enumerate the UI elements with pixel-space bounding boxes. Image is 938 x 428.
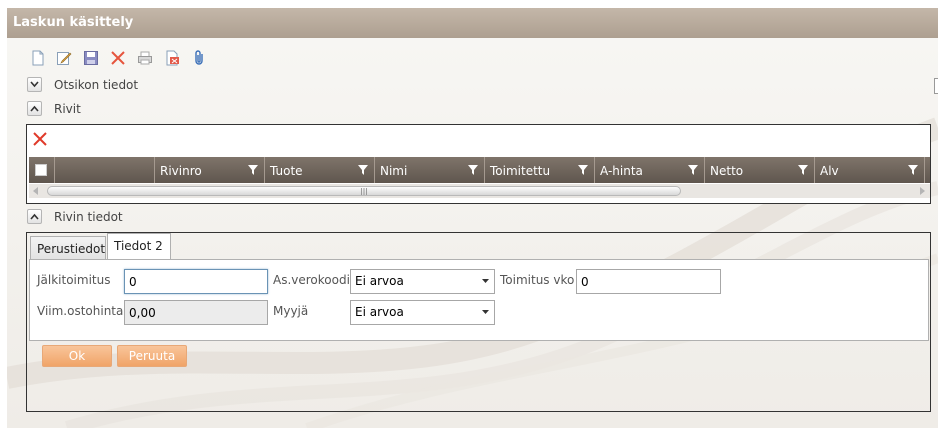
dropdown-arrow-icon (482, 310, 489, 314)
pdf-icon[interactable] (164, 50, 180, 66)
print-icon[interactable] (137, 50, 153, 66)
filter-icon[interactable] (577, 164, 589, 176)
jalkitoimitus-label: Jälkitoimitus (37, 273, 111, 287)
scroll-left-icon[interactable] (33, 187, 39, 195)
delete-icon[interactable] (110, 50, 126, 66)
grid-horizontal-scrollbar[interactable] (29, 184, 930, 198)
save-icon[interactable] (83, 50, 99, 66)
ok-button[interactable]: Ok (42, 345, 112, 367)
rows-section-label: Rivit (54, 102, 81, 116)
column-label: Toimitettu (490, 164, 551, 178)
scroll-right-icon[interactable] (920, 187, 926, 195)
cancel-button[interactable]: Peruuta (117, 345, 187, 367)
myyja-value: Ei arvoa (355, 305, 404, 319)
new-document-icon[interactable] (30, 50, 46, 66)
filter-icon[interactable] (357, 164, 369, 176)
viim-ostohinta-input (124, 300, 268, 325)
myyja-label: Myyjä (273, 304, 309, 318)
filter-icon[interactable] (687, 164, 699, 176)
column-label: Alv (820, 164, 839, 178)
header-info-section-label: Otsikon tiedot (54, 78, 139, 92)
rows-grid-panel: Rivinro Tuote Nimi Toimitettu A-hinta Ne… (26, 124, 931, 204)
scrollbar-grip-icon (361, 188, 367, 195)
toimitus-vko-input[interactable] (576, 269, 721, 294)
row-details-panel: Perustiedot Tiedot 2 Jälkitoimitus As.ve… (26, 232, 931, 412)
column-header-a-hinta[interactable]: A-hinta (595, 157, 705, 183)
column-header-rivinro[interactable]: Rivinro (155, 157, 265, 183)
filter-icon[interactable] (797, 164, 809, 176)
column-header-tuote[interactable]: Tuote (265, 157, 375, 183)
select-all-checkbox[interactable] (35, 164, 47, 176)
as-verokoodi-value: Ei arvoa (355, 274, 404, 288)
dropdown-arrow-icon (482, 279, 489, 283)
tab-tiedot-2[interactable]: Tiedot 2 (107, 233, 171, 260)
side-panel-toggle[interactable] (934, 78, 938, 94)
myyja-select[interactable]: Ei arvoa (350, 300, 495, 325)
select-all-cell (29, 157, 55, 183)
chevron-down-icon (30, 81, 39, 88)
chevron-up-icon (30, 105, 39, 112)
grid-spacer-column (55, 157, 155, 183)
column-header-toimitettu[interactable]: Toimitettu (485, 157, 595, 183)
column-header-nimi[interactable]: Nimi (375, 157, 485, 183)
column-label: Rivinro (160, 164, 202, 178)
window-title-bar: Laskun käsittely (7, 8, 938, 38)
as-verokoodi-label: As.verokoodi (273, 273, 350, 287)
scrollbar-thumb[interactable] (47, 186, 681, 196)
toimitus-vko-label: Toimitus vko (500, 273, 575, 287)
filter-icon[interactable] (247, 164, 259, 176)
attachment-icon[interactable] (192, 50, 208, 66)
tab-content: Jälkitoimitus As.verokoodi Ei arvoa Toim… (29, 259, 929, 341)
column-label: Netto (710, 164, 744, 178)
column-label: Nimi (380, 164, 408, 178)
column-label: A-hinta (600, 164, 643, 178)
window-title: Laskun käsittely (13, 15, 134, 30)
column-label: Tuote (270, 164, 303, 178)
collapse-rows-button[interactable] (27, 101, 42, 116)
filter-icon[interactable] (907, 164, 919, 176)
as-verokoodi-select[interactable]: Ei arvoa (350, 269, 495, 294)
collapse-row-details-button[interactable] (27, 209, 42, 224)
filter-icon[interactable] (467, 164, 479, 176)
expand-header-info-button[interactable] (27, 77, 42, 92)
row-details-section-label: Rivin tiedot (54, 210, 123, 224)
edit-icon[interactable] (56, 50, 72, 66)
column-header-alv[interactable]: Alv (815, 157, 925, 183)
jalkitoimitus-input[interactable] (124, 269, 268, 294)
grid-header-row: Rivinro Tuote Nimi Toimitettu A-hinta Ne… (29, 157, 930, 183)
column-header-netto[interactable]: Netto (705, 157, 815, 183)
delete-row-icon[interactable] (32, 131, 48, 147)
viim-ostohinta-label: Viim.ostohinta (37, 304, 124, 318)
chevron-up-icon (30, 213, 39, 220)
tab-perustiedot[interactable]: Perustiedot (30, 236, 106, 260)
